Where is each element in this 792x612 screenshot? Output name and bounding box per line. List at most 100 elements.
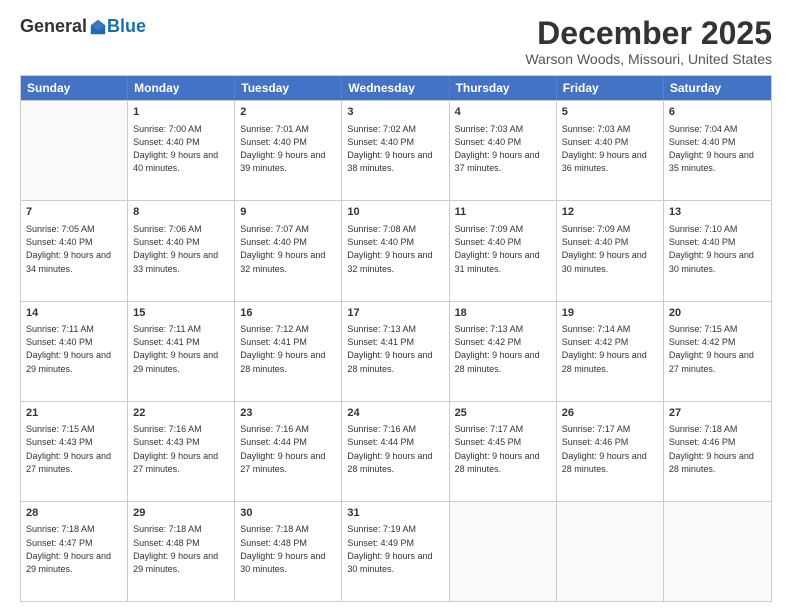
cal-cell: 7Sunrise: 7:05 AMSunset: 4:40 PMDaylight… — [21, 201, 128, 300]
day-number: 20 — [669, 306, 766, 321]
cal-cell: 22 Sunrise: 7:16 AMSunset: 4:43 PMDayligh… — [128, 402, 235, 501]
cell-info: Sunrise: 7:02 AMSunset: 4:40 PMDaylight:… — [347, 124, 432, 174]
day-number: 29 — [133, 506, 229, 521]
cell-info: Sunrise: 7:03 AMSunset: 4:40 PMDaylight:… — [455, 124, 540, 174]
cal-cell: 29Sunrise: 7:18 AMSunset: 4:48 PMDayligh… — [128, 502, 235, 601]
cal-cell — [664, 502, 771, 601]
cal-cell: 12Sunrise: 7:09 AMSunset: 4:40 PMDayligh… — [557, 201, 664, 300]
cal-cell: 15Sunrise: 7:11 AMSunset: 4:41 PMDayligh… — [128, 302, 235, 401]
cal-cell: 6 Sunrise: 7:04 AMSunset: 4:40 PMDaylight… — [664, 101, 771, 200]
cell-info: Sunrise: 7:03 AMSunset: 4:40 PMDaylight:… — [562, 124, 647, 174]
day-number: 15 — [133, 306, 229, 321]
cell-info: Sunrise: 7:16 AMSunset: 4:44 PMDaylight:… — [240, 424, 325, 474]
day-number: 19 — [562, 306, 658, 321]
day-number: 9 — [240, 205, 336, 220]
cell-info: Sunrise: 7:15 AMSunset: 4:43 PMDaylight:… — [26, 424, 111, 474]
day-number: 30 — [240, 506, 336, 521]
header: General Blue December 2025 Warson Woods,… — [20, 16, 772, 67]
day-number: 6 — [669, 105, 766, 120]
cal-cell: 3 Sunrise: 7:02 AMSunset: 4:40 PMDaylight… — [342, 101, 449, 200]
cell-info: Sunrise: 7:04 AMSunset: 4:40 PMDaylight:… — [669, 124, 754, 174]
day-number: 24 — [347, 406, 443, 421]
cell-info: Sunrise: 7:12 AMSunset: 4:41 PMDaylight:… — [240, 324, 325, 374]
cell-info: Sunrise: 7:08 AMSunset: 4:40 PMDaylight:… — [347, 224, 432, 274]
cal-cell: 4 Sunrise: 7:03 AMSunset: 4:40 PMDaylight… — [450, 101, 557, 200]
day-number: 14 — [26, 306, 122, 321]
day-number: 22 — [133, 406, 229, 421]
cal-cell: 18Sunrise: 7:13 AMSunset: 4:42 PMDayligh… — [450, 302, 557, 401]
cal-cell: 26 Sunrise: 7:17 AMSunset: 4:46 PMDayligh… — [557, 402, 664, 501]
cal-cell: 25Sunrise: 7:17 AMSunset: 4:45 PMDayligh… — [450, 402, 557, 501]
cal-cell: 17Sunrise: 7:13 AMSunset: 4:41 PMDayligh… — [342, 302, 449, 401]
day-number: 25 — [455, 406, 551, 421]
logo-icon — [89, 18, 107, 36]
cal-cell: 23 Sunrise: 7:16 AMSunset: 4:44 PMDayligh… — [235, 402, 342, 501]
header-day-thursday: Thursday — [450, 76, 557, 100]
header-day-saturday: Saturday — [664, 76, 771, 100]
cell-info: Sunrise: 7:00 AMSunset: 4:40 PMDaylight:… — [133, 124, 218, 174]
cal-cell: 27 Sunrise: 7:18 AMSunset: 4:46 PMDayligh… — [664, 402, 771, 501]
day-number: 23 — [240, 406, 336, 421]
cal-cell: 19 Sunrise: 7:14 AMSunset: 4:42 PMDayligh… — [557, 302, 664, 401]
day-number: 8 — [133, 205, 229, 220]
cell-info: Sunrise: 7:07 AMSunset: 4:40 PMDaylight:… — [240, 224, 325, 274]
cal-cell: 13 Sunrise: 7:10 AMSunset: 4:40 PMDayligh… — [664, 201, 771, 300]
day-number: 21 — [26, 406, 122, 421]
cal-cell: 1 Sunrise: 7:00 AMSunset: 4:40 PMDaylight… — [128, 101, 235, 200]
day-number: 1 — [133, 105, 229, 120]
cell-info: Sunrise: 7:09 AMSunset: 4:40 PMDaylight:… — [455, 224, 540, 274]
header-day-tuesday: Tuesday — [235, 76, 342, 100]
cal-cell: 11 Sunrise: 7:09 AMSunset: 4:40 PMDayligh… — [450, 201, 557, 300]
cell-info: Sunrise: 7:17 AMSunset: 4:46 PMDaylight:… — [562, 424, 647, 474]
cell-info: Sunrise: 7:09 AMSunset: 4:40 PMDaylight:… — [562, 224, 647, 274]
day-number: 4 — [455, 105, 551, 120]
cal-cell — [450, 502, 557, 601]
day-number: 18 — [455, 306, 551, 321]
cal-cell: 8 Sunrise: 7:06 AMSunset: 4:40 PMDaylight… — [128, 201, 235, 300]
day-number: 5 — [562, 105, 658, 120]
cal-row-3: 21 Sunrise: 7:15 AMSunset: 4:43 PMDayligh… — [21, 401, 771, 501]
day-number: 17 — [347, 306, 443, 321]
cell-info: Sunrise: 7:10 AMSunset: 4:40 PMDaylight:… — [669, 224, 754, 274]
cell-info: Sunrise: 7:18 AMSunset: 4:47 PMDaylight:… — [26, 524, 111, 574]
cell-info: Sunrise: 7:16 AMSunset: 4:44 PMDaylight:… — [347, 424, 432, 474]
cal-cell: 14 Sunrise: 7:11 AMSunset: 4:40 PMDayligh… — [21, 302, 128, 401]
day-number: 3 — [347, 105, 443, 120]
cal-cell: 30Sunrise: 7:18 AMSunset: 4:48 PMDayligh… — [235, 502, 342, 601]
cell-info: Sunrise: 7:14 AMSunset: 4:42 PMDaylight:… — [562, 324, 647, 374]
calendar-body: 1 Sunrise: 7:00 AMSunset: 4:40 PMDaylight… — [21, 100, 771, 601]
cell-info: Sunrise: 7:16 AMSunset: 4:43 PMDaylight:… — [133, 424, 218, 474]
cal-row-1: 7Sunrise: 7:05 AMSunset: 4:40 PMDaylight… — [21, 200, 771, 300]
header-day-friday: Friday — [557, 76, 664, 100]
header-day-monday: Monday — [128, 76, 235, 100]
day-number: 16 — [240, 306, 336, 321]
title-area: December 2025 Warson Woods, Missouri, Un… — [525, 16, 772, 67]
cal-cell: 24 Sunrise: 7:16 AMSunset: 4:44 PMDayligh… — [342, 402, 449, 501]
cal-cell: 31Sunrise: 7:19 AMSunset: 4:49 PMDayligh… — [342, 502, 449, 601]
cell-info: Sunrise: 7:19 AMSunset: 4:49 PMDaylight:… — [347, 524, 432, 574]
cal-cell: 5 Sunrise: 7:03 AMSunset: 4:40 PMDaylight… — [557, 101, 664, 200]
day-number: 27 — [669, 406, 766, 421]
day-number: 26 — [562, 406, 658, 421]
day-number: 13 — [669, 205, 766, 220]
cell-info: Sunrise: 7:11 AMSunset: 4:40 PMDaylight:… — [26, 324, 111, 374]
cell-info: Sunrise: 7:06 AMSunset: 4:40 PMDaylight:… — [133, 224, 218, 274]
cell-info: Sunrise: 7:18 AMSunset: 4:46 PMDaylight:… — [669, 424, 754, 474]
cal-row-4: 28Sunrise: 7:18 AMSunset: 4:47 PMDayligh… — [21, 501, 771, 601]
logo-area: General Blue — [20, 16, 146, 37]
cal-row-0: 1 Sunrise: 7:00 AMSunset: 4:40 PMDaylight… — [21, 100, 771, 200]
month-title: December 2025 — [525, 16, 772, 51]
cal-cell: 10Sunrise: 7:08 AMSunset: 4:40 PMDayligh… — [342, 201, 449, 300]
logo-blue-text: Blue — [107, 16, 146, 37]
day-number: 2 — [240, 105, 336, 120]
calendar-header: SundayMondayTuesdayWednesdayThursdayFrid… — [21, 76, 771, 100]
header-day-sunday: Sunday — [21, 76, 128, 100]
cal-row-2: 14 Sunrise: 7:11 AMSunset: 4:40 PMDayligh… — [21, 301, 771, 401]
cal-cell: 2Sunrise: 7:01 AMSunset: 4:40 PMDaylight… — [235, 101, 342, 200]
header-day-wednesday: Wednesday — [342, 76, 449, 100]
day-number: 11 — [455, 205, 551, 220]
cal-cell — [21, 101, 128, 200]
page: General Blue December 2025 Warson Woods,… — [0, 0, 792, 612]
calendar: SundayMondayTuesdayWednesdayThursdayFrid… — [20, 75, 772, 602]
cal-cell: 16 Sunrise: 7:12 AMSunset: 4:41 PMDayligh… — [235, 302, 342, 401]
